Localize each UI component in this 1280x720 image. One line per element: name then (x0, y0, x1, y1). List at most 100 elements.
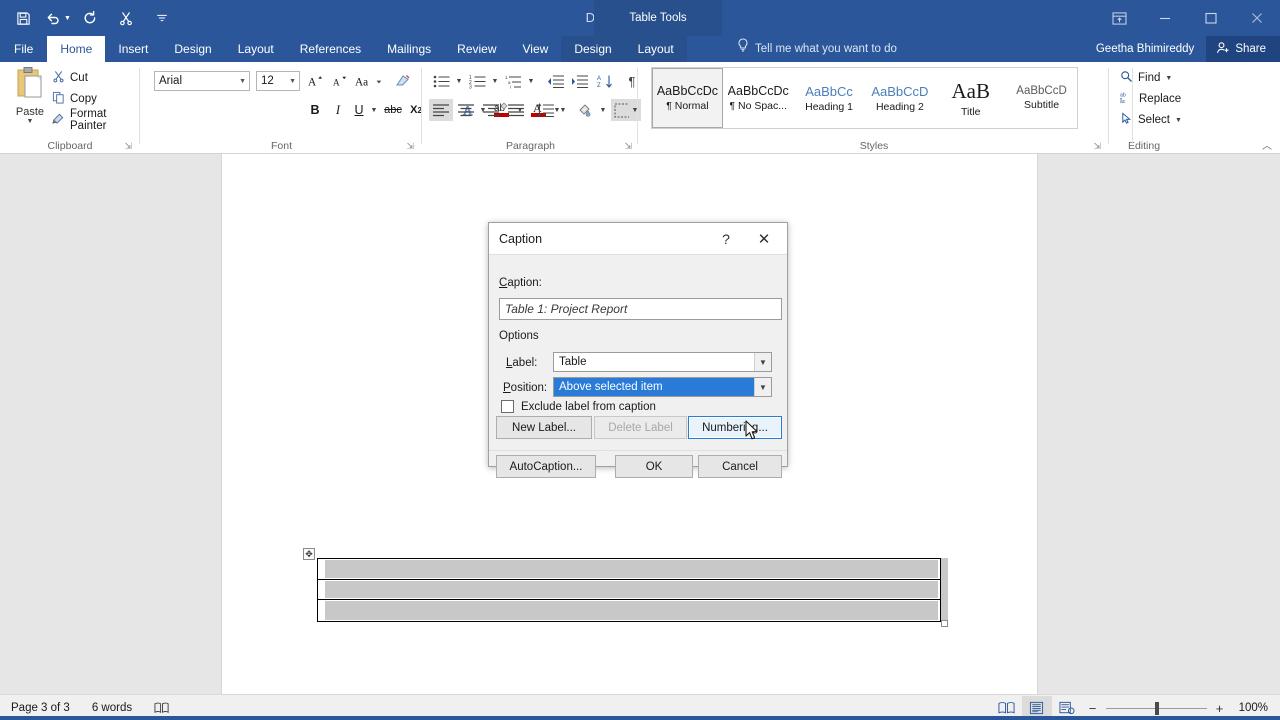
account-name[interactable]: Geetha Bhimireddy (1084, 43, 1206, 55)
style-heading-2[interactable]: AaBbCcD Heading 2 (864, 68, 935, 128)
tab-insert[interactable]: Insert (105, 36, 161, 62)
table-move-handle[interactable]: ✥ (303, 548, 315, 560)
paste-dropdown-caret-icon[interactable]: ▼ (27, 118, 34, 125)
sort-icon[interactable]: AZ (595, 71, 617, 91)
font-dialog-launcher-icon[interactable]: ⇲ (406, 141, 414, 152)
tab-view[interactable]: View (510, 36, 562, 62)
save-icon[interactable] (8, 4, 38, 32)
position-combobox[interactable]: Above selected item ▼ (553, 377, 772, 397)
style-normal[interactable]: AaBbCcDc ¶ Normal (652, 68, 723, 128)
exclude-label-checkbox[interactable] (501, 400, 514, 413)
table-row[interactable] (318, 580, 940, 601)
cancel-button[interactable]: Cancel (698, 455, 782, 478)
proofing-errors-icon[interactable] (143, 701, 181, 715)
change-case-icon[interactable]: Aa (353, 71, 387, 91)
tab-file[interactable]: File (0, 36, 48, 62)
tab-layout[interactable]: Layout (225, 36, 287, 62)
tell-me-search[interactable]: Tell me what you want to do (737, 36, 897, 62)
underline-button[interactable]: U (350, 100, 368, 120)
zoom-out-button[interactable]: − (1082, 701, 1104, 716)
paragraph-dialog-launcher-icon[interactable]: ⇲ (624, 141, 632, 152)
autocaption-button[interactable]: AutoCaption... (496, 455, 596, 478)
tab-table-tools-layout[interactable]: Layout (624, 36, 687, 62)
italic-button[interactable]: I (329, 100, 347, 120)
tab-table-tools-design[interactable]: Design (561, 36, 625, 62)
word-count[interactable]: 6 words (81, 702, 143, 714)
style-title[interactable]: AaB Title (935, 68, 1006, 128)
multilevel-caret-icon[interactable]: ▼ (525, 71, 537, 91)
decrease-indent-icon[interactable] (545, 71, 567, 91)
font-name-combobox[interactable]: Arial ▼ (154, 71, 250, 91)
shrink-font-icon[interactable]: A (329, 71, 349, 91)
font-size-combobox[interactable]: 12 ▼ (256, 71, 300, 91)
zoom-level[interactable]: 100% (1231, 702, 1280, 714)
justify-button[interactable] (504, 99, 528, 121)
tab-review[interactable]: Review (444, 36, 509, 62)
format-painter-button[interactable]: Format Painter (52, 108, 140, 132)
maximize-icon[interactable] (1188, 0, 1234, 36)
grow-font-icon[interactable]: A (305, 71, 325, 91)
find-caret-icon[interactable]: ▼ (1165, 75, 1172, 82)
table-row[interactable] (318, 600, 940, 621)
customize-quick-access-toolbar-icon[interactable] (147, 4, 177, 32)
cut-icon[interactable] (111, 4, 141, 32)
cut-button[interactable]: Cut (52, 69, 88, 87)
align-left-button[interactable] (429, 99, 453, 121)
line-spacing-caret-icon[interactable]: ▼ (557, 99, 569, 121)
strikethrough-button[interactable]: abc (382, 100, 404, 120)
collapse-ribbon-icon[interactable]: ︿ (1262, 137, 1272, 152)
zoom-in-button[interactable]: + (1209, 701, 1231, 716)
bold-button[interactable]: B (306, 100, 324, 120)
numbering-button[interactable]: Numbering... (688, 416, 782, 439)
tab-references[interactable]: References (287, 36, 374, 62)
shading-icon[interactable] (575, 99, 597, 121)
paste-button[interactable]: Paste ▼ (8, 66, 52, 128)
line-spacing-icon[interactable] (535, 99, 557, 121)
table-row[interactable] (318, 559, 940, 580)
style-heading-1[interactable]: AaBbCс Heading 1 (794, 68, 865, 128)
document-table[interactable] (317, 558, 941, 622)
numbering-icon[interactable]: 123 (467, 71, 489, 91)
tab-mailings[interactable]: Mailings (374, 36, 444, 62)
style-subtitle[interactable]: AaBbCcD Subtitle (1006, 68, 1077, 128)
replace-button[interactable]: ab ac Replace (1120, 90, 1181, 108)
new-label-button[interactable]: New Label... (496, 416, 592, 439)
ok-button[interactable]: OK (615, 455, 693, 478)
chevron-down-icon[interactable]: ▼ (754, 378, 771, 396)
copy-button[interactable]: Copy (52, 90, 97, 108)
increase-indent-icon[interactable] (569, 71, 591, 91)
select-caret-icon[interactable]: ▼ (1175, 117, 1182, 124)
clipboard-dialog-launcher-icon[interactable]: ⇲ (124, 141, 132, 152)
help-icon[interactable]: ? (713, 223, 739, 255)
caption-input[interactable]: Table 1: Project Report (499, 298, 782, 320)
share-button[interactable]: Share (1206, 36, 1280, 62)
chevron-down-icon[interactable]: ▼ (754, 353, 771, 371)
exclude-label-checkbox-row[interactable]: Exclude label from caption (501, 400, 656, 413)
font-size-caret-icon[interactable]: ▼ (289, 78, 296, 85)
find-button[interactable]: Find ▼ (1120, 69, 1172, 87)
tab-design[interactable]: Design (161, 36, 224, 62)
close-icon[interactable]: ✕ (747, 223, 781, 255)
close-icon[interactable] (1234, 0, 1280, 36)
align-center-button[interactable] (454, 99, 478, 121)
select-button[interactable]: Select ▼ (1120, 111, 1182, 129)
label-combobox[interactable]: Table ▼ (553, 352, 772, 372)
style-no-spacing[interactable]: AaBbCcDc ¶ No Spac... (723, 68, 794, 128)
page-indicator[interactable]: Page 3 of 3 (0, 702, 81, 714)
undo-dropdown-caret-icon[interactable]: ▼ (64, 15, 75, 22)
numbering-caret-icon[interactable]: ▼ (489, 71, 501, 91)
clear-formatting-icon[interactable] (392, 71, 414, 91)
zoom-slider-thumb[interactable] (1154, 701, 1159, 715)
multilevel-list-icon[interactable]: 1ai (503, 71, 525, 91)
bullets-icon[interactable] (431, 71, 453, 91)
table-resize-handle[interactable] (941, 620, 948, 627)
align-right-button[interactable] (479, 99, 503, 121)
bullets-caret-icon[interactable]: ▼ (453, 71, 465, 91)
font-name-caret-icon[interactable]: ▼ (239, 78, 246, 85)
redo-icon[interactable] (75, 4, 105, 32)
underline-caret-icon[interactable]: ▼ (368, 100, 380, 120)
ribbon-display-options-icon[interactable] (1096, 0, 1142, 36)
minimize-icon[interactable] (1142, 0, 1188, 36)
tab-home[interactable]: Home (47, 36, 106, 62)
shading-caret-icon[interactable]: ▼ (597, 99, 609, 121)
